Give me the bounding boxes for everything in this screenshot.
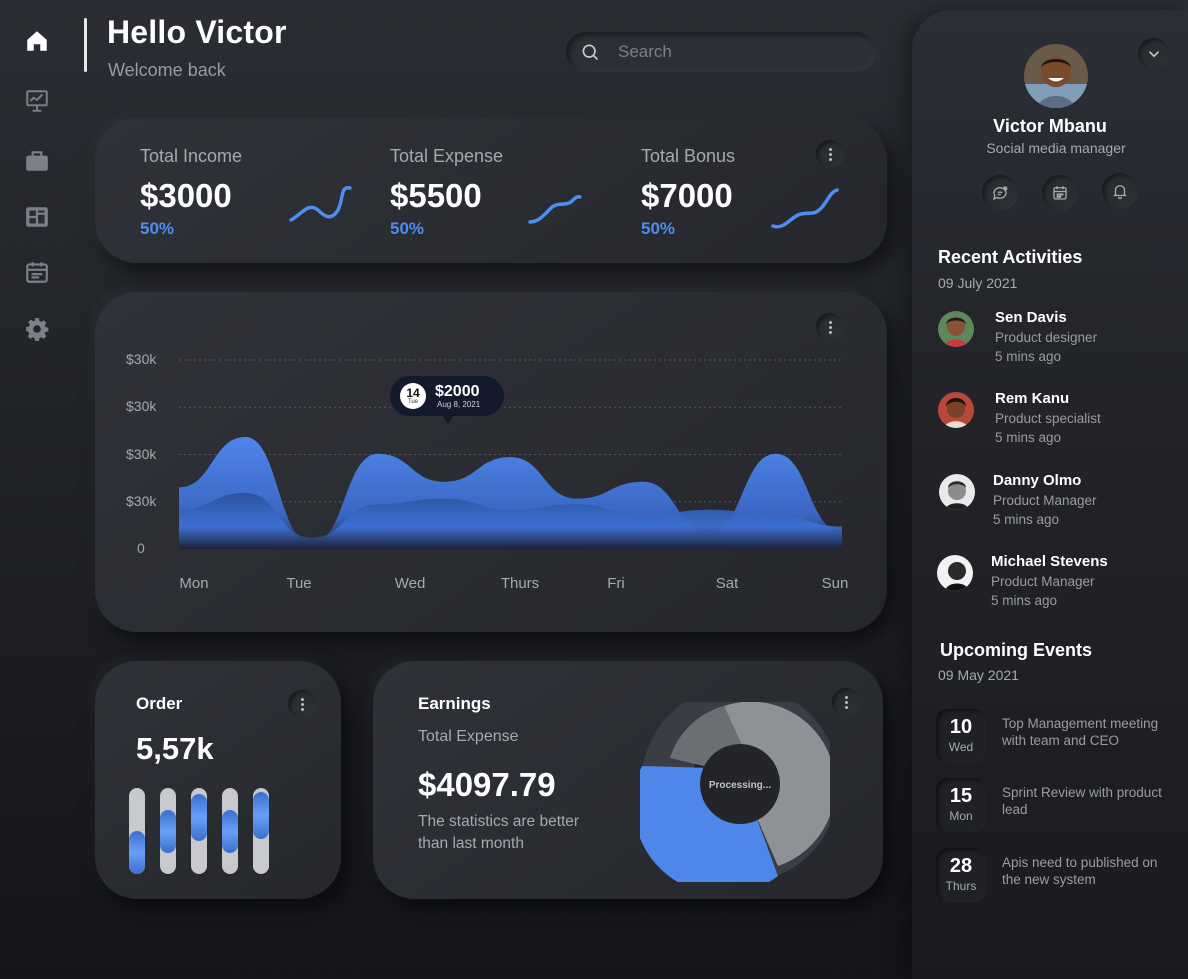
event-line: the new system <box>1002 872 1096 887</box>
earnings-subtitle: Total Expense <box>418 728 519 745</box>
event-weekday: Wed <box>948 740 974 754</box>
order-bar-fill <box>253 792 269 839</box>
order-bar <box>129 788 145 874</box>
activity-name: Rem Kanu <box>995 390 1070 407</box>
tooltip-weekday: Tue <box>407 398 419 405</box>
chart-tooltip: 14 Tue $2000 Aug 8, 2021 <box>390 376 504 424</box>
tooltip-date-badge: 14 Tue <box>400 383 426 409</box>
event-description: Top Management meeting with team and CEO <box>1002 715 1182 749</box>
activity-role: Product Manager <box>991 574 1095 589</box>
chat-icon <box>992 186 1008 201</box>
list-item[interactable]: Danny Olmo Product Manager 5 mins ago <box>939 472 1179 532</box>
activity-role: Product Manager <box>993 493 1097 508</box>
upcoming-events-title: Upcoming Events <box>940 640 1093 660</box>
recent-activities-date: 09 July 2021 <box>938 275 1018 291</box>
avatar <box>937 555 973 591</box>
tooltip-day: 14 <box>406 385 420 400</box>
notifications-button[interactable] <box>1102 173 1138 209</box>
profile-name: Victor Mbanu <box>993 116 1107 136</box>
activity-name: Sen Davis <box>995 309 1067 326</box>
x-tick-label: Wed <box>394 575 426 592</box>
x-tick-label: Fri <box>607 575 625 592</box>
order-bar <box>253 788 269 874</box>
recent-activities-title: Recent Activities <box>938 247 1083 267</box>
order-bar-fill <box>222 810 238 853</box>
bell-icon <box>1113 185 1127 200</box>
order-title: Order <box>136 694 183 713</box>
avatar <box>939 474 975 510</box>
more-options-button[interactable] <box>288 690 316 718</box>
list-item[interactable]: Sen Davis Product designer 5 mins ago <box>937 309 1177 369</box>
earnings-donut-chart: Processing... <box>640 702 830 882</box>
event-weekday: Mon <box>949 809 973 823</box>
activity-role: Product specialist <box>995 411 1101 426</box>
event-item[interactable]: 10 Wed Top Management meeting with team … <box>936 709 1181 765</box>
chevron-down-icon <box>1148 51 1160 58</box>
list-item[interactable]: Michael Stevens Product Manager 5 mins a… <box>937 553 1177 613</box>
more-dots-icon <box>844 700 848 704</box>
order-bar-fill <box>160 810 176 853</box>
tooltip-date: Aug 8, 2021 <box>437 399 481 409</box>
event-date-box: 28 Thurs <box>936 848 986 902</box>
order-bar-fill <box>129 831 145 874</box>
event-date-box: 10 Wed <box>936 709 986 763</box>
x-tick-label: Thurs <box>500 575 540 592</box>
activity-role: Product designer <box>995 330 1098 345</box>
event-day: 28 <box>949 855 973 877</box>
x-tick-label: Mon <box>179 575 209 592</box>
event-description: Sprint Review with product lead <box>1002 784 1182 818</box>
list-item[interactable]: Rem Kanu Product specialist 5 mins ago <box>937 390 1177 450</box>
calendar-button[interactable] <box>1042 175 1078 211</box>
activity-name: Danny Olmo <box>993 472 1082 489</box>
event-weekday: Thurs <box>945 879 977 893</box>
activity-name: Michael Stevens <box>991 553 1108 570</box>
x-tick-label: Sun <box>821 575 849 592</box>
activity-time: 5 mins ago <box>995 430 1062 445</box>
x-tick-label: Sat <box>715 575 739 592</box>
profile-dropdown-button[interactable] <box>1138 38 1170 70</box>
profile-role: Social media manager <box>986 140 1126 156</box>
order-bar <box>191 788 207 874</box>
profile-photo-icon <box>1024 44 1088 108</box>
tooltip-amount: $2000 <box>435 382 480 400</box>
donut-center-label: Processing... <box>709 780 771 791</box>
event-description: Apis need to published on the new system <box>1002 854 1182 888</box>
order-bar <box>222 788 238 874</box>
activity-time: 5 mins ago <box>995 349 1062 364</box>
calendar-icon <box>1053 186 1067 200</box>
event-item[interactable]: 15 Mon Sprint Review with product lead <box>936 778 1181 834</box>
event-line: with team and CEO <box>1002 733 1120 748</box>
messages-button[interactable] <box>982 175 1018 211</box>
earnings-title: Earnings <box>418 694 491 713</box>
order-value: 5,57k <box>136 731 214 766</box>
earnings-value: $4097.79 <box>418 766 556 803</box>
order-bar-fill <box>191 794 207 841</box>
avatar <box>938 311 974 347</box>
more-options-button[interactable] <box>832 688 860 716</box>
event-item[interactable]: 28 Thurs Apis need to published on the n… <box>936 848 1181 904</box>
event-day: 15 <box>949 785 973 807</box>
y-tick-label: $30k <box>126 398 157 415</box>
y-tick-label: $30k <box>126 492 157 509</box>
avatar[interactable] <box>1024 44 1088 108</box>
upcoming-events-date: 09 May 2021 <box>938 667 1019 683</box>
event-line: lead <box>1002 802 1028 817</box>
activity-time: 5 mins ago <box>991 593 1058 608</box>
earnings-note-line1: The statistics are better <box>418 813 580 830</box>
y-tick-label: 0 <box>137 540 145 556</box>
event-line: Sprint Review with product <box>1002 785 1162 800</box>
event-day: 10 <box>949 716 973 738</box>
x-tick-label: Tue <box>286 575 312 592</box>
event-line: Apis need to published on <box>1002 855 1158 870</box>
activity-time: 5 mins ago <box>993 512 1060 527</box>
y-tick-label: $30k <box>126 445 157 462</box>
more-dots-icon <box>300 702 304 706</box>
y-tick-label: $30k <box>126 351 157 367</box>
event-line: Top Management meeting <box>1002 716 1159 731</box>
event-date-box: 15 Mon <box>936 778 986 832</box>
earnings-note-line2: than last month <box>418 835 524 852</box>
order-bar <box>160 788 176 874</box>
avatar <box>938 392 974 428</box>
